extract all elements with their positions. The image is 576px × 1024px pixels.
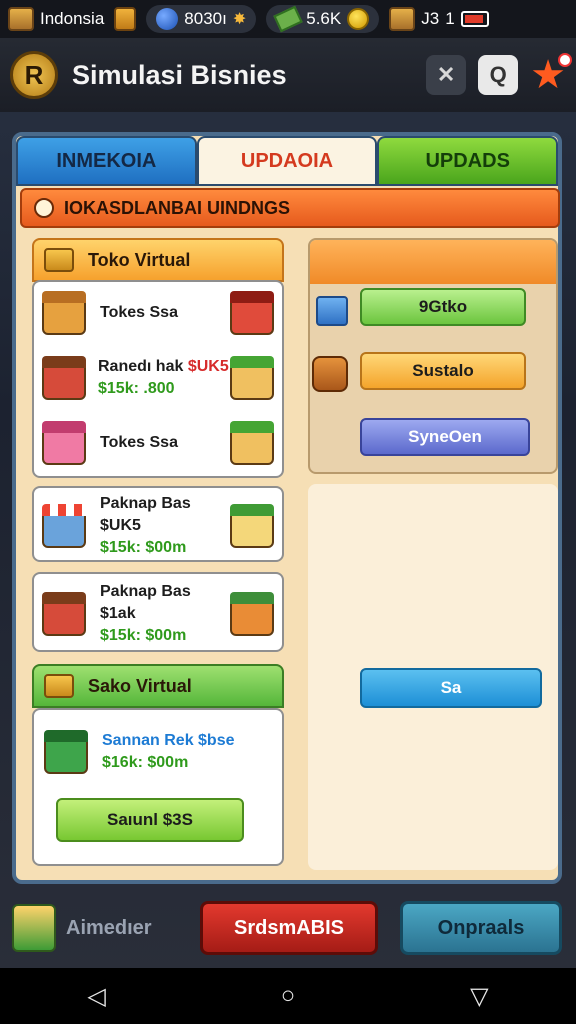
item-name: Tokes Ssa [100,304,178,321]
book-icon[interactable] [114,7,137,31]
box-icon [389,7,416,31]
barrel-icon [312,356,348,392]
sako-action-button[interactable]: Saıunl $3S [56,798,244,842]
item-price: $15k: .800 [98,380,175,397]
level-chip: J3 1 [389,7,489,31]
bottom-bar: Aimedıer SrdsmABIS Onpraals [0,888,576,968]
shop-icon [42,421,86,465]
item-price: $16k: $00m [102,754,189,771]
bottom-left-item[interactable]: Aimedıer [12,904,198,952]
back-icon[interactable]: ◁ [87,982,105,1011]
list-item[interactable]: Tokes Ssa [42,418,274,468]
package-card[interactable]: Paknap Bas $1ak $15k: $00m [32,572,284,652]
item-name: Tokes Ssa [100,434,178,451]
country-label: Indonsia [40,9,105,28]
toko-virtual-list: Tokes Ssa Ranedı hak $UK5 $15k: .800 Tok… [32,280,284,478]
shop-icon [42,291,86,335]
battery-icon [460,11,489,27]
app-header: R Simulasi Bisnies ✕ Q ★ [0,38,576,112]
gems-counter[interactable]: 8030ı ✸ [146,5,257,33]
banner-label: IOKASDLANBAI UINDNGS [64,197,291,218]
teal-action-button[interactable]: Onpraals [400,901,562,955]
shop-upgrade-icon [230,291,274,335]
cube-icon [316,296,348,326]
list-item: Paknap Bas $1ak $15k: $00m [42,583,274,644]
main-panel: INMEKOIA UPDAOIA UPDADS IOKASDLANBAI UIN… [12,132,562,884]
shop-upgrade-icon [230,356,274,400]
sako-virtual-panel: Sannan Rek $bse $16k: $00m Saıunl $3S [32,708,284,866]
list-item[interactable]: Ranedı hak $UK5 $15k: .800 [42,350,274,406]
market-stall-icon [42,504,86,548]
country-chip: Indonsia [8,7,104,31]
item-tag: $UK5 [187,358,229,375]
toko-virtual-header: Toko Virtual [32,238,284,282]
cash-icon [273,5,303,33]
section-banner: IOKASDLANBAI UINDNGS [20,188,560,228]
package-card[interactable]: Paknap Bas $UK5 $15k: $00m [32,486,284,562]
item-name-line: Ranedı hak $UK5 [98,356,230,378]
shop-upgrade-icon [230,421,274,465]
item-name: Paknap Bas $1ak [100,583,191,622]
item-name: Sannan Rek $bse [102,732,235,749]
toko-virtual-title: Toko Virtual [88,249,191,270]
notification-dot [558,53,572,67]
system-nav-bar: ◁ ○ ▽ [0,968,576,1024]
page-title: Simulasi Bisnies [72,59,287,90]
green-option-button[interactable]: 9Gtko [360,288,526,326]
shop-upgrade-icon [230,504,274,548]
recents-icon[interactable]: ▽ [470,982,488,1011]
cash-counter[interactable]: 5.6K [266,5,380,33]
gem-icon [156,8,179,30]
cyan-option-button[interactable]: Sa [360,668,542,708]
level-value: J3 [421,9,440,28]
list-item[interactable]: Sannan Rek $bse $16k: $00m [44,722,276,782]
shop-icon [12,904,56,952]
gems-value: 8030ı [184,9,227,28]
bottom-left-label: Aimedıer [66,916,152,939]
item-name: Ranedı hak [98,358,184,375]
store-icon [44,248,74,272]
tab-inmekoia[interactable]: INMEKOIA [16,136,197,186]
favorites-button[interactable]: ★ [530,53,572,95]
upgrade-options-header [310,240,556,284]
blue-option-button[interactable]: SyneOen [360,418,530,456]
tools-icon: ✕ [436,62,456,87]
tab-updaoia[interactable]: UPDAOIA [196,136,378,186]
search-button[interactable]: Q [478,55,519,95]
status-bar: Indonsia 8030ı ✸ 5.6K J3 1 [0,0,576,38]
tools-button[interactable]: ✕ [426,55,467,95]
coin-icon [347,8,370,30]
cash-value: 5.6K [306,9,342,28]
home-icon[interactable]: ○ [281,982,296,1010]
item-price: $15k: $00m [100,539,187,556]
money-bin-icon [44,730,88,774]
item-name: Paknap Bas $UK5 [100,495,191,534]
count-value: 1 [445,9,455,28]
store-icon [44,674,74,698]
list-item: Paknap Bas $UK5 $15k: $00m [42,495,274,556]
tab-updads[interactable]: UPDADS [377,136,559,186]
chest-icon [8,7,34,31]
orange-option-button[interactable]: Sustalo [360,352,526,390]
spark-icon: ✸ [232,11,247,28]
sako-virtual-header: Sako Virtual [32,664,284,708]
item-price: $15k: $00m [100,627,187,644]
list-item[interactable]: Tokes Ssa [42,288,274,338]
app-logo: R [10,51,58,99]
cart-icon [42,356,86,400]
cart-icon [42,592,86,636]
tab-bar: INMEKOIA UPDAOIA UPDADS [16,136,559,188]
banner-icon [34,198,54,218]
shop-upgrade-icon [230,592,274,636]
sako-virtual-title: Sako Virtual [88,675,192,696]
red-action-button[interactable]: SrdsmABIS [200,901,378,955]
search-icon: Q [489,62,507,87]
